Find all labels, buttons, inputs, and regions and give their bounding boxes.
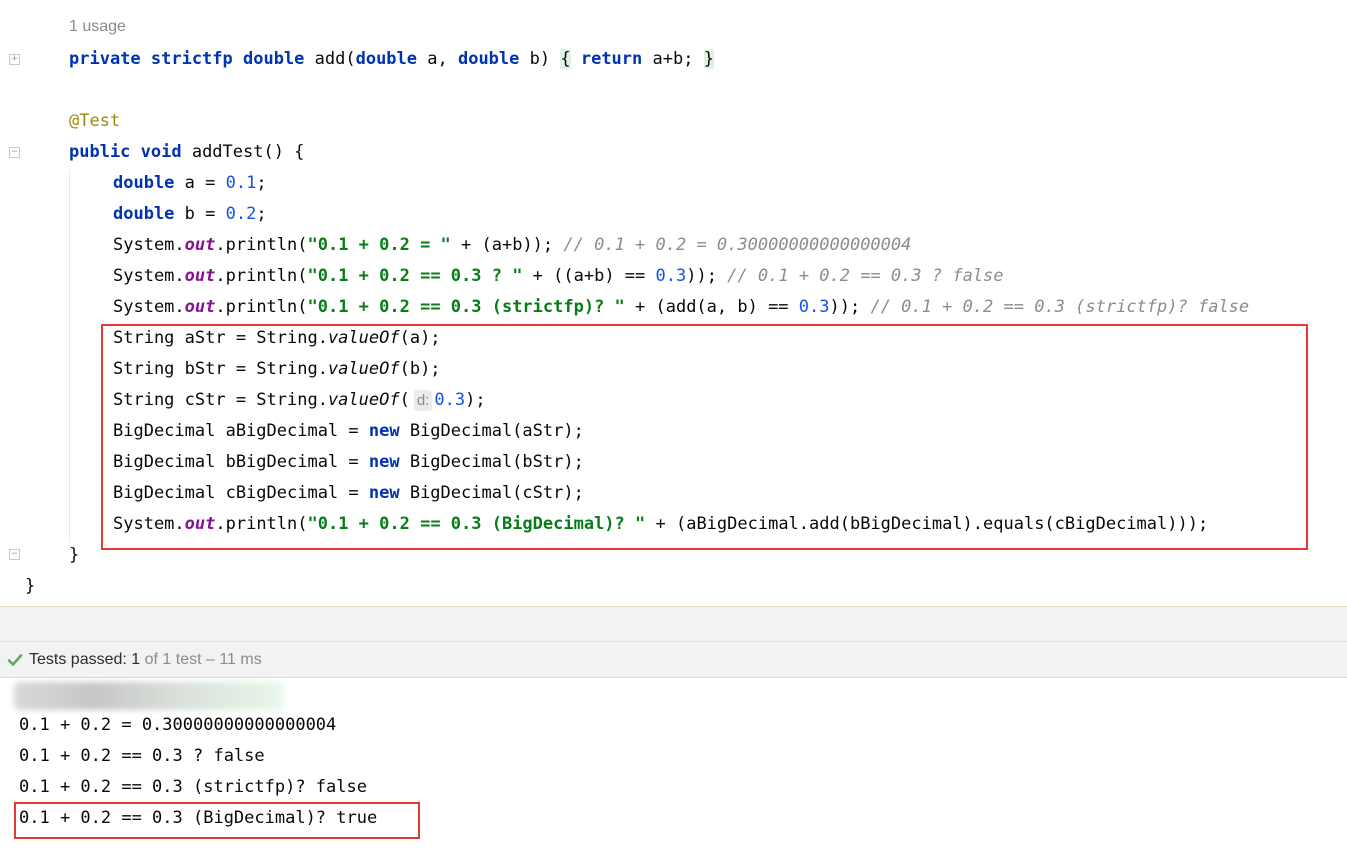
code-line-println-1: System.out.println("0.1 + 0.2 = " + (a+b… (113, 235, 912, 255)
fold-collapse-icon[interactable]: − (9, 147, 20, 158)
test-status-bar: Tests passed: 1 of 1 test – 11 ms (0, 641, 1347, 678)
code-line-add-method: private strictfp double add(double a, do… (69, 49, 714, 69)
fold-end-icon[interactable]: − (9, 549, 20, 560)
console-line: 0.1 + 0.2 = 0.30000000000000004 (19, 715, 337, 735)
check-icon (7, 654, 23, 666)
code-line-class-close: } (25, 576, 36, 596)
console-line: 0.1 + 0.2 == 0.3 ? false (19, 746, 265, 766)
code-line-method-decl: public void addTest() { (69, 142, 305, 162)
code-line-decl-a: double a = 0.1; (113, 173, 267, 193)
code-line-annotation: @Test (69, 111, 121, 131)
code-line-method-close: } (69, 545, 80, 565)
code-line-println-3: System.out.println("0.1 + 0.2 == 0.3 (st… (113, 297, 1250, 317)
redacted-command-line (14, 682, 284, 710)
console-highlight-box (14, 802, 420, 839)
console-line: 0.1 + 0.2 == 0.3 (strictfp)? false (19, 777, 367, 797)
test-status-text: Tests passed: 1 of 1 test – 11 ms (29, 651, 262, 668)
fold-expand-icon[interactable]: + (9, 54, 20, 65)
code-editor[interactable]: + − − 1 usage private strictfp double ad… (0, 0, 1347, 606)
code-line-println-2: System.out.println("0.1 + 0.2 == 0.3 ? "… (113, 266, 1004, 286)
panel-separator[interactable] (0, 606, 1347, 641)
indent-guide (69, 170, 70, 542)
code-highlight-box (101, 324, 1308, 550)
code-line-decl-b: double b = 0.2; (113, 204, 267, 224)
usage-hint[interactable]: 1 usage (69, 18, 126, 36)
console-output[interactable]: 0.1 + 0.2 = 0.30000000000000004 0.1 + 0.… (0, 678, 1347, 849)
